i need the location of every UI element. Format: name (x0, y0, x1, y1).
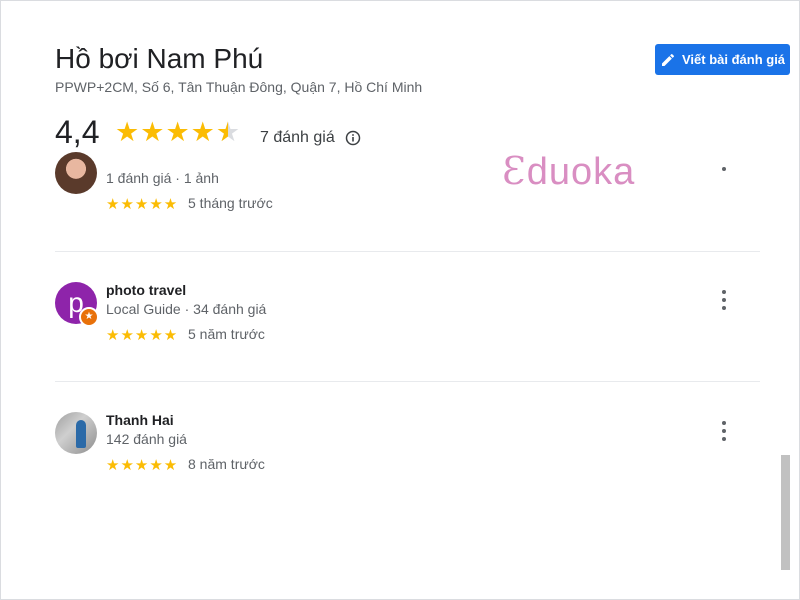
review-author-name[interactable]: Thanh Hai (106, 412, 174, 428)
write-review-label: Viết bài đánh giá (681, 52, 786, 67)
info-icon[interactable] (345, 130, 361, 146)
divider (55, 381, 760, 382)
write-review-button[interactable]: Viết bài đánh giá (655, 44, 790, 75)
review-count[interactable]: 7 đánh giá (260, 129, 335, 147)
review-author-name[interactable]: photo travel (106, 282, 186, 298)
review-stars: ★★★★★ (106, 457, 179, 474)
review-stars: ★★★★★ (106, 196, 179, 213)
star-icon: ★ (190, 117, 215, 147)
average-rating: 4,4 (55, 114, 100, 150)
rating-stars: ★ ★ ★ ★ ★ (115, 118, 240, 146)
place-title: Hồ bơi Nam Phú (55, 43, 264, 74)
avatar[interactable] (55, 412, 97, 454)
place-address: PPWP+2CM, Số 6, Tân Thuận Đông, Quận 7, … (55, 79, 423, 95)
more-options-button[interactable] (718, 421, 730, 441)
more-options-button[interactable] (718, 167, 730, 177)
pencil-icon (660, 52, 676, 68)
review-stars: ★★★★★ (106, 327, 179, 344)
local-guide-badge-icon: ★ (79, 307, 99, 327)
star-icon: ★ (165, 117, 190, 147)
review-author-meta: 1 đánh giá · 1 ảnh (106, 170, 219, 186)
review-time: 5 năm trước (188, 326, 265, 342)
review-time: 8 năm trước (188, 456, 265, 472)
divider (55, 251, 760, 252)
avatar[interactable]: p ★ (55, 282, 99, 327)
star-icon: ★ (140, 117, 165, 147)
review-author-meta: Local Guide · 34 đánh giá (106, 301, 267, 317)
avatar[interactable] (55, 152, 97, 194)
review-author-meta: 142 đánh giá (106, 431, 187, 447)
half-star-icon: ★ (216, 118, 240, 146)
star-icon: ★ (115, 117, 140, 147)
more-options-button[interactable] (718, 290, 730, 310)
review-time: 5 tháng trước (188, 195, 273, 211)
scrollbar-thumb[interactable] (781, 455, 790, 570)
watermark-logo: Ɛduoka (502, 149, 636, 193)
